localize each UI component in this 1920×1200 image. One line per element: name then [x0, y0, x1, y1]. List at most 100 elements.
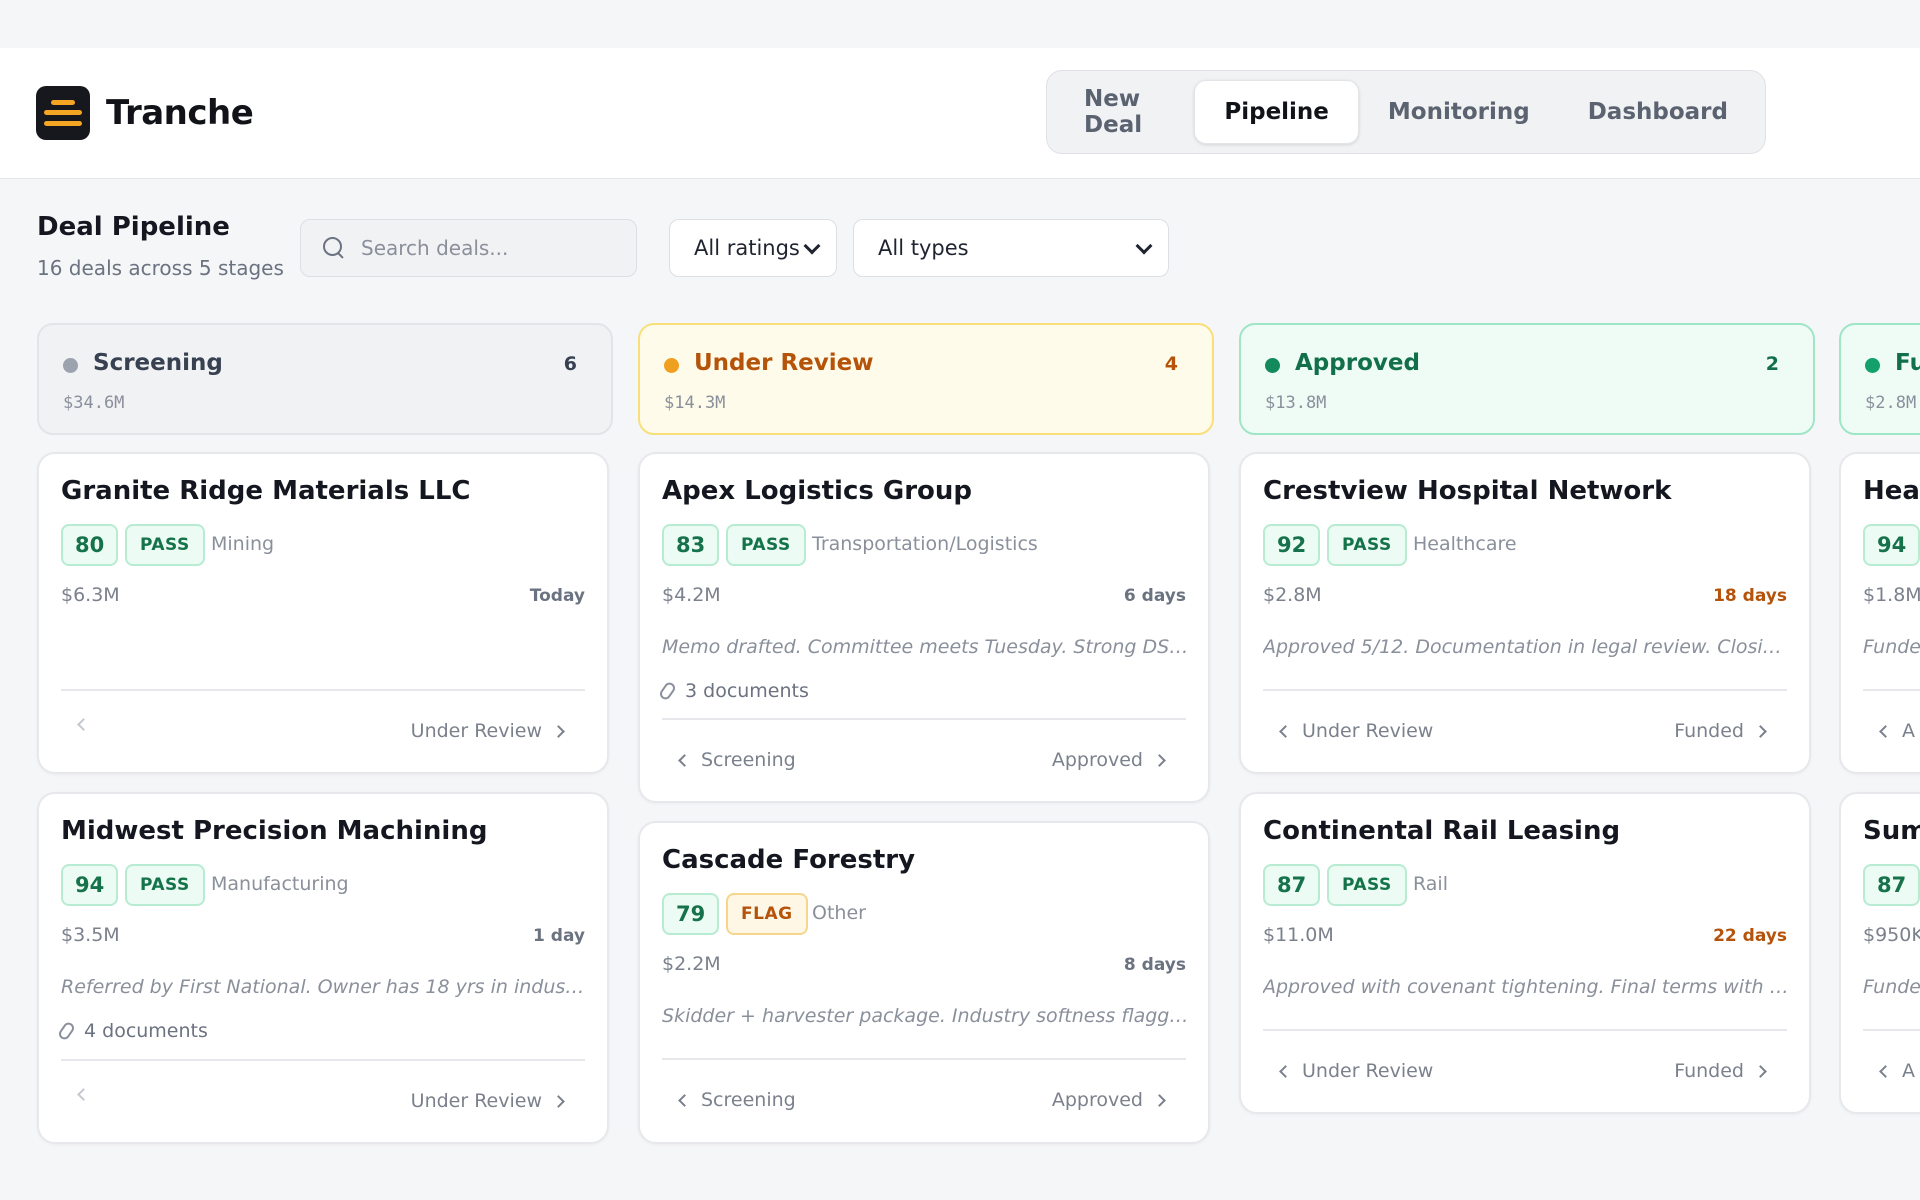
deal-card[interactable]: Cascade Forestry 79 FLAG Other $2.2M 8 d…: [638, 821, 1210, 1144]
move-prev-button[interactable]: [77, 718, 100, 731]
deal-amount: $4.2M: [662, 584, 721, 606]
score-badge: 87: [1863, 864, 1920, 906]
move-prev-button[interactable]: Screening: [678, 1089, 796, 1111]
chevron-left-icon: [77, 718, 90, 731]
tab-dashboard[interactable]: Dashboard: [1559, 80, 1757, 144]
chevron-down-icon: [1135, 237, 1153, 255]
column-header: Under Review 4 $14.3M: [638, 323, 1214, 435]
deal-note: Skidder + harvester package. Industry so…: [662, 1005, 1190, 1027]
ratings-filter-value: All ratings: [694, 236, 800, 260]
tab-monitoring[interactable]: Monitoring: [1359, 80, 1559, 144]
column-header: Fu $2.8M: [1839, 323, 1920, 435]
move-next-button[interactable]: Funded: [1674, 1060, 1767, 1082]
column-count: 2: [1765, 353, 1779, 375]
page-subtitle: 16 deals across 5 stages: [37, 256, 284, 280]
deal-age: 18 days: [1713, 586, 1787, 606]
move-next-label: Under Review: [410, 1090, 542, 1112]
deal-title: Sum: [1863, 816, 1920, 846]
column-header: Approved 2 $13.8M: [1239, 323, 1815, 435]
deal-title: Midwest Precision Machining: [61, 816, 488, 846]
move-prev-label: A: [1902, 1060, 1915, 1082]
deal-note: Funde: [1863, 636, 1920, 658]
move-next-label: Under Review: [410, 720, 542, 742]
deal-title: Crestview Hospital Network: [1263, 476, 1672, 506]
page-title: Deal Pipeline: [37, 212, 230, 242]
search-box[interactable]: [300, 219, 637, 277]
chevron-left-icon: [1879, 724, 1892, 738]
deal-age: 6 days: [1123, 586, 1186, 606]
move-prev-button[interactable]: Under Review: [1279, 1060, 1433, 1082]
tab-pipeline[interactable]: Pipeline: [1194, 80, 1359, 144]
move-next-label: Funded: [1674, 720, 1744, 742]
deal-title: Granite Ridge Materials LLC: [61, 476, 471, 506]
move-next-button[interactable]: Approved: [1052, 749, 1166, 771]
status-badge: FLAG: [726, 893, 808, 935]
deal-amount: $2.8M: [1263, 584, 1322, 606]
move-next-label: Approved: [1051, 1089, 1143, 1111]
column-total: $34.6M: [63, 393, 125, 413]
main-nav: New Deal Pipeline Monitoring Dashboard: [1046, 70, 1766, 154]
move-next-button[interactable]: Funded: [1674, 720, 1767, 742]
move-prev-label: Under Review: [1302, 720, 1434, 742]
move-next-button[interactable]: Approved: [1051, 1089, 1166, 1111]
deal-note: Approved 5/12. Documentation in legal re…: [1263, 636, 1791, 658]
column-count: 4: [1164, 353, 1178, 375]
column-name: Fu: [1895, 350, 1920, 376]
deal-card[interactable]: Apex Logistics Group 83 PASS Transportat…: [638, 452, 1210, 803]
move-prev-label: Screening: [701, 1089, 796, 1111]
deal-card[interactable]: Sum 87 $950K Funde A: [1839, 792, 1920, 1114]
chevron-right-icon: [1754, 1064, 1767, 1078]
deal-card[interactable]: Granite Ridge Materials LLC 80 PASS Mini…: [37, 452, 609, 774]
deal-industry: Transportation/Logistics: [812, 533, 1038, 555]
documents-count: 4 documents: [84, 1020, 208, 1042]
card-divider: [61, 1059, 585, 1061]
stage-dot-icon: [1265, 358, 1280, 373]
chevron-left-icon: [1279, 1064, 1292, 1078]
deal-industry: Mining: [211, 533, 275, 555]
move-next-button[interactable]: Under Review: [410, 720, 565, 742]
ratings-filter-select[interactable]: All ratings: [669, 219, 837, 277]
score-badge: 80: [61, 524, 119, 566]
move-next-button[interactable]: Under Review: [410, 1090, 565, 1112]
deal-title: Continental Rail Leasing: [1263, 816, 1621, 846]
chevron-right-icon: [1754, 724, 1767, 738]
chevron-right-icon: [552, 724, 565, 738]
chevron-left-icon: [678, 753, 691, 767]
move-prev-button[interactable]: A: [1879, 720, 1915, 742]
deal-amount: $950K: [1863, 924, 1920, 946]
tab-new-deal[interactable]: New Deal: [1055, 80, 1194, 144]
score-badge: 83: [662, 524, 720, 566]
move-prev-button[interactable]: Screening: [678, 749, 796, 771]
documents-link[interactable]: 3 documents: [657, 680, 809, 702]
column-under-review: Under Review 4 $14.3M Apex Logistics Gro…: [638, 323, 1214, 1144]
status-badge: PASS: [1327, 524, 1407, 566]
status-badge: PASS: [726, 524, 806, 566]
deal-industry: Manufacturing: [211, 873, 349, 895]
types-filter-select[interactable]: All types: [853, 219, 1169, 277]
brand[interactable]: Tranche: [36, 86, 254, 140]
move-prev-button[interactable]: [77, 1088, 100, 1101]
card-divider: [1863, 689, 1920, 691]
card-divider: [662, 1058, 1186, 1060]
stage-dot-icon: [63, 358, 78, 373]
chevron-left-icon: [1279, 724, 1292, 738]
deal-card[interactable]: Hear 94 $1.8M Funde A: [1839, 452, 1920, 774]
deal-note: Referred by First National. Owner has 18…: [61, 976, 589, 998]
deal-card[interactable]: Midwest Precision Machining 94 PASS Manu…: [37, 792, 609, 1144]
move-next-label: Funded: [1674, 1060, 1744, 1082]
move-prev-button[interactable]: Under Review: [1279, 720, 1434, 742]
deal-note: Approved with covenant tightening. Final…: [1263, 976, 1791, 998]
column-funded: Fu $2.8M Hear 94 $1.8M Funde A Sum 87 $9…: [1839, 323, 1920, 1114]
deal-card[interactable]: Continental Rail Leasing 87 PASS Rail $1…: [1239, 792, 1811, 1114]
move-prev-button[interactable]: A: [1879, 1060, 1915, 1082]
score-badge: 94: [61, 864, 119, 906]
column-name: Approved: [1295, 350, 1420, 376]
deal-title: Apex Logistics Group: [662, 476, 973, 506]
move-prev-label: Screening: [701, 749, 796, 771]
card-divider: [1263, 689, 1787, 691]
search-input[interactable]: [361, 236, 621, 260]
score-badge: 94: [1863, 524, 1920, 566]
deal-card[interactable]: Crestview Hospital Network 92 PASS Healt…: [1239, 452, 1811, 774]
column-total: $14.3M: [664, 393, 726, 413]
documents-link[interactable]: 4 documents: [56, 1020, 208, 1042]
